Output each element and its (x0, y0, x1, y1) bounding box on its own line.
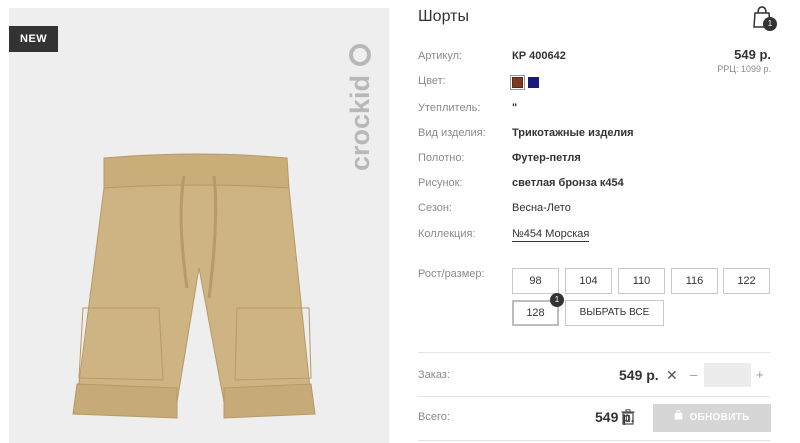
product-title: Шорты (418, 8, 469, 25)
order-price: 549 р. (619, 367, 659, 383)
product-price: 549 р. (734, 47, 771, 62)
rrp-price: РРЦ: 1099 р. (717, 64, 771, 74)
product-type-label: Вид изделия: (418, 127, 486, 139)
svg-text:crockid: crockid (347, 75, 375, 171)
times-icon: ✕ (666, 367, 678, 383)
insulation-label: Утеплитель: (418, 102, 481, 114)
cart-count-badge: 1 (763, 17, 777, 31)
total-label: Всего: (418, 411, 450, 423)
order-label: Заказ: (418, 369, 450, 381)
divider (418, 440, 770, 441)
season-label: Сезон: (418, 202, 452, 214)
increase-button[interactable]: + (756, 367, 764, 382)
fabric-label: Полотно: (418, 152, 465, 164)
quantity-input[interactable] (704, 363, 751, 387)
size-122-button[interactable]: 122 (723, 268, 770, 294)
season-value: Весна-Лето (512, 202, 571, 214)
size-104-button[interactable]: 104 (565, 268, 612, 294)
article-value: КР 400642 (512, 50, 566, 62)
bag-icon (674, 404, 683, 432)
update-button-label: ОБНОВИТЬ (689, 412, 750, 423)
pattern-value: светлая бронза к454 (512, 177, 624, 189)
size-selected-count: 1 (550, 293, 564, 307)
product-type-value: Трикотажные изделия (512, 127, 634, 139)
collection-link[interactable]: №454 Морская (512, 228, 590, 242)
cart-button[interactable]: 1 (752, 6, 777, 32)
update-button[interactable]: ОБНОВИТЬ (653, 404, 771, 432)
divider (418, 352, 770, 353)
color-swatch-navy[interactable] (528, 77, 539, 88)
decrease-button[interactable]: – (690, 367, 697, 382)
collection-label: Коллекция: (418, 228, 476, 240)
pattern-label: Рисунок: (418, 177, 463, 189)
color-swatch-brown[interactable] (510, 75, 525, 90)
color-label: Цвет: (418, 75, 446, 87)
fabric-value: Футер-петля (512, 152, 581, 164)
brand-logo: crockid (345, 43, 377, 173)
insulation-value: " (512, 102, 518, 114)
new-badge: NEW (9, 26, 59, 52)
shorts-photo (72, 153, 316, 419)
select-all-button[interactable]: ВЫБРАТЬ ВСЕ (565, 300, 664, 326)
size-98-button[interactable]: 98 (512, 268, 559, 294)
divider (418, 396, 770, 397)
trash-icon[interactable] (621, 409, 635, 425)
product-image: NEW crockid (9, 8, 389, 443)
size-110-button[interactable]: 110 (618, 268, 665, 294)
article-label: Артикул: (418, 50, 463, 62)
size-116-button[interactable]: 116 (671, 268, 718, 294)
size-label: Рост/размер: (418, 268, 485, 280)
